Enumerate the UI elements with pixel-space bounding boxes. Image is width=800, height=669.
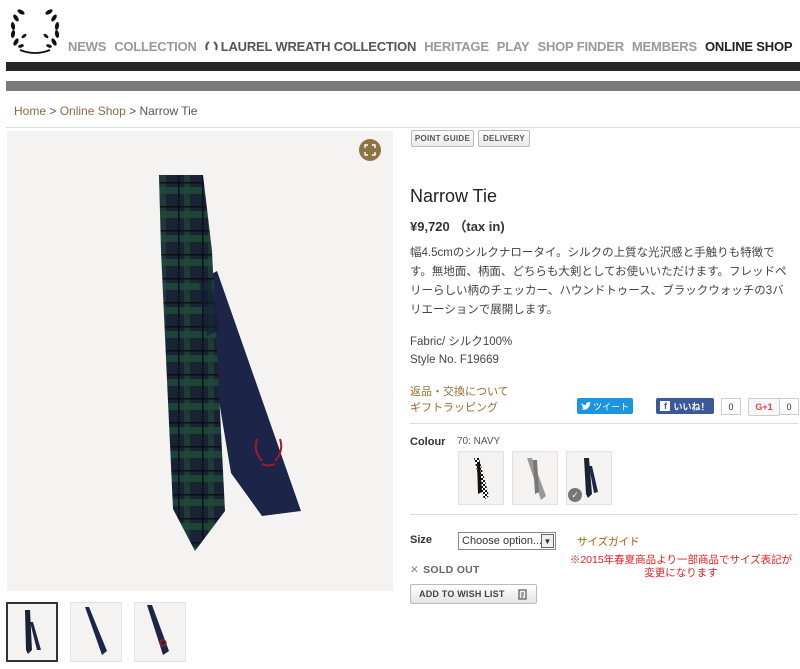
product-specs: Fabric/ シルク100% Style No. F19669 (410, 333, 512, 369)
nav-play[interactable]: PLAY (497, 39, 530, 54)
selected-check-icon: ✓ (568, 488, 582, 502)
facebook-like-count: 0 (721, 398, 741, 415)
add-to-wishlist-button[interactable]: ADD TO WISH LIST (410, 584, 537, 604)
thumbnail-1[interactable] (6, 602, 58, 662)
product-title: Narrow Tie (410, 186, 498, 206)
sold-out-label: SOLD OUT (423, 564, 480, 576)
colour-label: Colour (410, 436, 446, 448)
laurel-icon (205, 40, 218, 50)
colour-value: 70: NAVY (457, 436, 501, 447)
divider (410, 514, 798, 515)
size-guide-link[interactable]: サイズガイド (577, 534, 640, 549)
gift-wrapping-link[interactable]: ギフトラッピング (410, 400, 509, 416)
product-main-image[interactable] (7, 131, 393, 591)
nav-news[interactable]: NEWS (68, 39, 106, 54)
size-select[interactable]: Choose option... ▼ (458, 532, 556, 550)
size-notice: ※2015年春夏商品より一部商品でサイズ表記が変更になります (569, 554, 793, 579)
close-icon: ✕ (410, 564, 420, 576)
info-links: 返品・交換について ギフトラッピング (410, 384, 509, 416)
product-price: ¥9,720 （tax in) (410, 219, 505, 234)
wishlist-label: ADD TO WISH LIST (419, 589, 505, 599)
site-header: NEWS COLLECTION LAUREL WREATH COLLECTION… (0, 0, 800, 60)
fabric-info: Fabric/ シルク100% (410, 336, 513, 348)
delivery-button[interactable]: DELIVERY (478, 130, 530, 147)
divider (410, 423, 798, 424)
colour-swatch-checker[interactable] (458, 451, 504, 505)
tweet-label: ツイート (592, 401, 629, 412)
main-nav: NEWS COLLECTION LAUREL WREATH COLLECTION… (68, 39, 800, 54)
facebook-like-label: いいね！ (673, 401, 710, 412)
tweet-button[interactable]: ツイート (577, 398, 633, 414)
breadcrumb-online-shop[interactable]: Online Shop (60, 104, 126, 118)
tie-illustration (159, 175, 301, 551)
breadcrumb-separator: > (129, 104, 137, 118)
style-number: Style No. F19669 (410, 354, 499, 366)
header-bar-grey (6, 81, 800, 91)
nav-collection[interactable]: COLLECTION (114, 39, 197, 54)
breadcrumb-separator: > (49, 104, 57, 118)
thumbnail-3[interactable] (134, 602, 186, 662)
facebook-like-button[interactable]: f いいね！ (656, 398, 714, 414)
product-description: 幅4.5cmのシルクナロータイ。シルクの上質な光沢感と手触りも特徴です。無地面、… (410, 247, 787, 316)
breadcrumb-current: Narrow Tie (139, 104, 198, 118)
colour-swatch-navy-selected[interactable]: ✓ (566, 451, 612, 505)
nav-online-shop[interactable]: ONLINE SHOP (705, 39, 793, 54)
thumbnail-strip (6, 602, 186, 662)
header-bar-dark (6, 62, 800, 71)
twitter-icon (580, 401, 591, 410)
returns-link[interactable]: 返品・交換について (410, 384, 509, 400)
nav-laurel-wreath-collection[interactable]: LAUREL WREATH COLLECTION (205, 39, 416, 54)
google-plus-count: 0 (779, 398, 799, 415)
nav-heritage[interactable]: HERITAGE (424, 39, 489, 54)
chevron-down-icon: ▼ (541, 534, 554, 548)
zoom-button[interactable] (359, 139, 381, 161)
sold-out-status: ✕ SOLD OUT (410, 564, 480, 576)
divider (6, 127, 800, 128)
size-label: Size (410, 534, 433, 546)
size-select-value: Choose option... (462, 535, 543, 547)
wishlist-note-icon (518, 589, 527, 600)
breadcrumb-home[interactable]: Home (14, 104, 46, 118)
thumbnail-2[interactable] (70, 602, 122, 662)
expand-icon (364, 144, 376, 156)
google-plus-button[interactable]: G+1 (748, 398, 780, 416)
nav-laurel-wreath-collection-label: LAUREL WREATH COLLECTION (220, 39, 417, 54)
point-guide-button[interactable]: POINT GUIDE (411, 130, 474, 147)
breadcrumb: Home > Online Shop > Narrow Tie (14, 104, 197, 118)
nav-shop-finder[interactable]: SHOP FINDER (537, 39, 624, 54)
laurel-wreath-logo[interactable] (6, 6, 64, 56)
nav-members[interactable]: MEMBERS (632, 39, 697, 54)
colour-swatch-houndstooth[interactable] (512, 451, 558, 505)
facebook-icon: f (660, 401, 671, 411)
